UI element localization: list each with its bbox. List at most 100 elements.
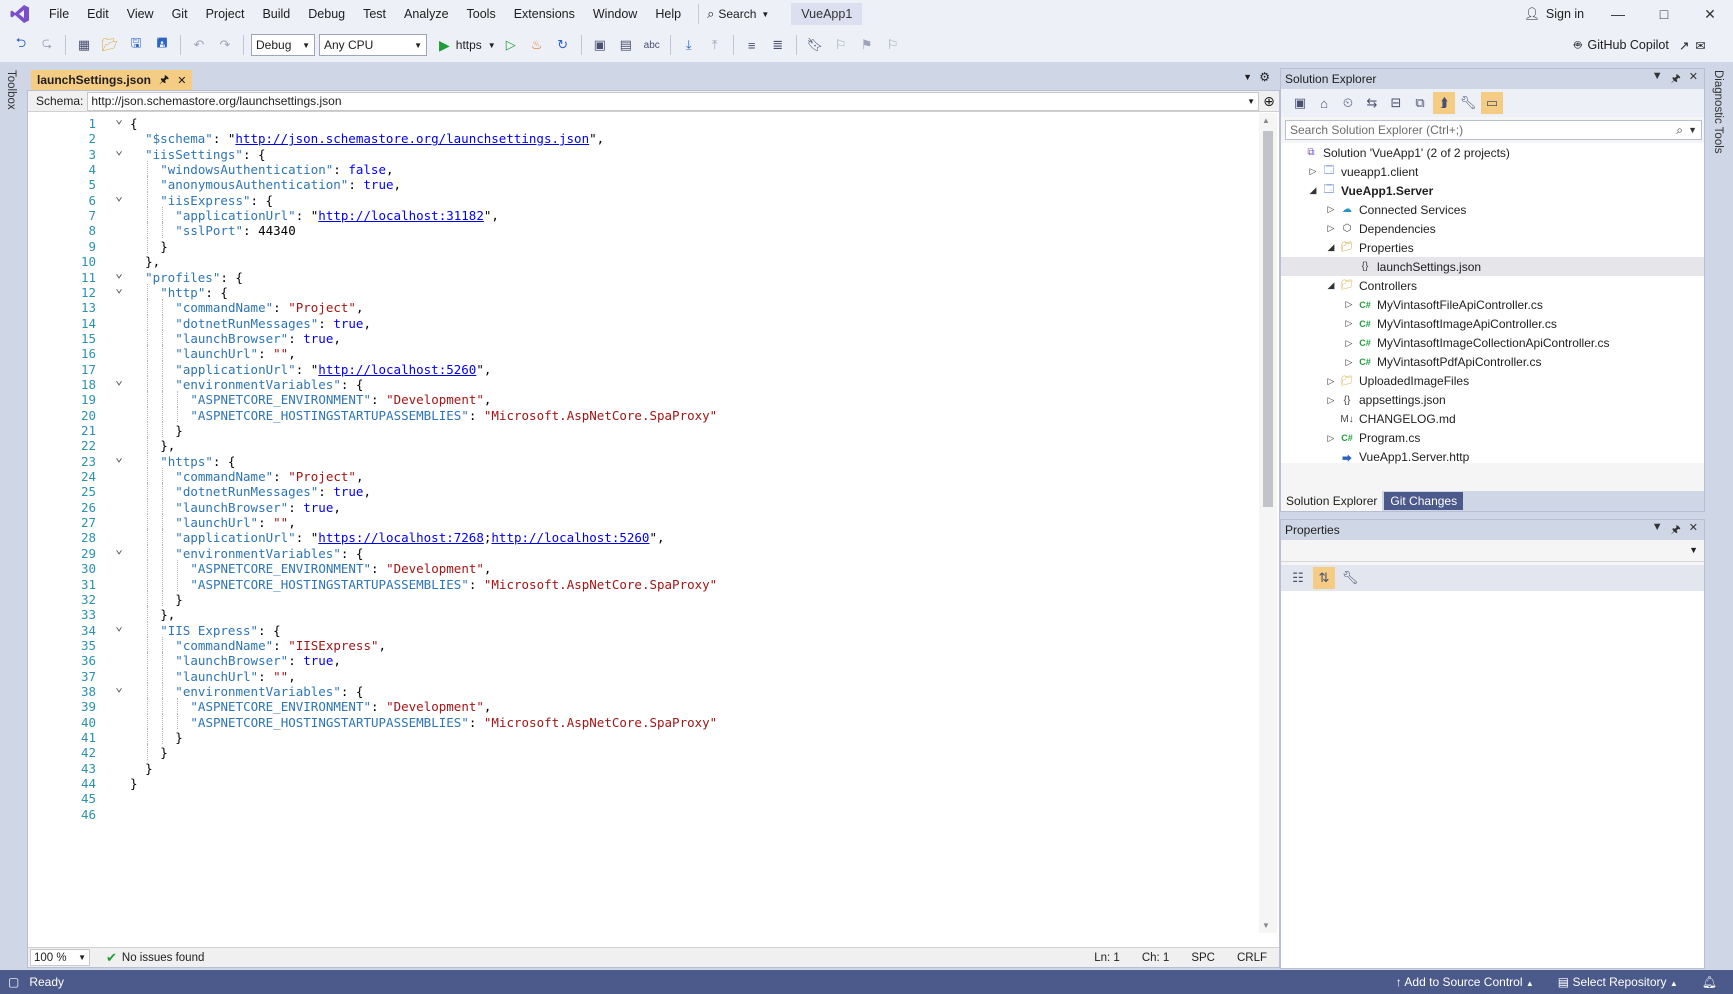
- tree-item[interactable]: ▷ ⬡ Dependencies: [1281, 219, 1704, 238]
- expanded-arrow-icon[interactable]: ◢: [1325, 280, 1337, 291]
- fold-toggle-icon[interactable]: ⌄: [112, 282, 126, 295]
- expanded-arrow-icon[interactable]: ◢: [1307, 185, 1319, 196]
- refresh-icon[interactable]: ↻: [552, 34, 574, 56]
- history-icon[interactable]: ⏲: [1337, 92, 1359, 114]
- collapsed-arrow-icon[interactable]: ▷: [1343, 357, 1355, 368]
- add-to-source-control-button[interactable]: ↑ Add to Source Control ▲: [1396, 975, 1534, 989]
- next-bookmark-icon[interactable]: ⚑: [856, 34, 878, 56]
- outdent-icon[interactable]: ≣: [767, 34, 789, 56]
- tree-item[interactable]: ◢ 📁︎ Controllers: [1281, 276, 1704, 295]
- line-ending[interactable]: CRLF: [1237, 952, 1267, 964]
- tab-git-changes[interactable]: Git Changes: [1384, 492, 1464, 510]
- visual-studio-logo-icon[interactable]: [0, 0, 40, 28]
- toolbox-tab[interactable]: Toolbox: [5, 70, 17, 110]
- layout-icon[interactable]: ▤: [615, 34, 637, 56]
- fold-toggle-icon[interactable]: ⌄: [112, 451, 126, 464]
- notifications-bell-icon[interactable]: 🔔︎: [1702, 975, 1717, 989]
- menu-tools[interactable]: Tools: [458, 0, 505, 28]
- tree-item[interactable]: ▷ 🗔︎ vueapp1.client: [1281, 162, 1704, 181]
- close-tab-icon[interactable]: ✕: [177, 74, 186, 87]
- minimize-icon[interactable]: —: [1595, 0, 1641, 28]
- chevron-down-icon[interactable]: ▼: [1652, 70, 1663, 89]
- solution-search-input[interactable]: Search Solution Explorer (Ctrl+;) ⌕ ▼: [1285, 120, 1702, 140]
- properties-wrench-icon[interactable]: 🔧︎: [1457, 92, 1479, 114]
- tab-overflow-icon[interactable]: ▼: [1243, 72, 1252, 82]
- code-link[interactable]: https://localhost:7268: [318, 530, 484, 545]
- collapsed-arrow-icon[interactable]: ▷: [1325, 204, 1337, 215]
- solution-platform-select[interactable]: Any CPU ▼: [319, 34, 427, 56]
- menu-file[interactable]: File: [40, 0, 78, 28]
- preview-icon[interactable]: ▭: [1481, 92, 1503, 114]
- menu-git[interactable]: Git: [163, 0, 197, 28]
- code-area[interactable]: 1 ⌄{2 "$schema": "http://json.schemastore.…: [28, 113, 1258, 933]
- code-link[interactable]: http://json.schemastore.org/launchsettin…: [235, 131, 589, 146]
- menu-window[interactable]: Window: [584, 0, 646, 28]
- fold-toggle-icon[interactable]: ⌄: [112, 190, 126, 203]
- tree-item[interactable]: ⧉ Solution 'VueApp1' (2 of 2 projects): [1281, 143, 1704, 162]
- close-icon[interactable]: ✕: [1689, 70, 1698, 89]
- github-copilot-button[interactable]: 🤖︎ GitHub Copilot ↗ ✉: [1574, 28, 1706, 62]
- navigate-forward-icon[interactable]: ⮎: [36, 34, 58, 56]
- save-icon[interactable]: 🖫︎: [125, 34, 147, 56]
- share-icon[interactable]: ↗: [1679, 38, 1689, 53]
- show-all-files-icon[interactable]: ⧉: [1409, 92, 1431, 114]
- solution-configuration-select[interactable]: Debug ▼: [251, 34, 315, 56]
- undo-icon[interactable]: ↶: [188, 34, 210, 56]
- tree-item[interactable]: ▷ 📁︎ UploadedImageFiles: [1281, 372, 1704, 391]
- tree-item[interactable]: ▷ C# MyVintasoftImageApiController.cs: [1281, 314, 1704, 333]
- sign-in-button[interactable]: 👤︎ Sign in: [1524, 0, 1584, 28]
- tree-item[interactable]: {} launchSettings.json: [1281, 257, 1704, 277]
- scroll-up-icon[interactable]: ▲: [1262, 116, 1270, 125]
- code-link[interactable]: http://localhost:31182: [318, 208, 484, 223]
- scroll-down-icon[interactable]: ▼: [1262, 921, 1270, 930]
- chevron-down-icon[interactable]: ▼: [1652, 521, 1663, 540]
- collapsed-arrow-icon[interactable]: ▷: [1343, 318, 1355, 329]
- whitespace-mode[interactable]: SPC: [1191, 952, 1215, 964]
- menu-debug[interactable]: Debug: [299, 0, 354, 28]
- output-icon[interactable]: ▢: [8, 975, 19, 989]
- collapsed-arrow-icon[interactable]: ▷: [1325, 223, 1337, 234]
- line-number[interactable]: Ln: 1: [1094, 952, 1120, 964]
- tree-item[interactable]: ◢ 🗔︎ VueApp1.Server: [1281, 181, 1704, 200]
- tree-item[interactable]: ▷ C# Program.cs: [1281, 429, 1704, 448]
- tree-item[interactable]: ▷ C# MyVintasoftPdfApiController.cs: [1281, 353, 1704, 372]
- tree-item[interactable]: ▷ C# MyVintasoftImageCollectionApiControll…: [1281, 334, 1704, 353]
- tree-item[interactable]: ▷ C# MyVintasoftFileApiController.cs: [1281, 295, 1704, 314]
- start-without-debugging-icon[interactable]: ▷: [500, 34, 522, 56]
- menu-build[interactable]: Build: [253, 0, 299, 28]
- hot-reload-icon[interactable]: ♨: [526, 34, 548, 56]
- tree-item[interactable]: ◢ 📁︎ Properties: [1281, 238, 1704, 257]
- browser-link-icon[interactable]: ▣: [589, 34, 611, 56]
- save-all-icon[interactable]: 🖪︎: [151, 34, 173, 56]
- switch-views-icon[interactable]: ▣: [1289, 92, 1311, 114]
- navigate-back-icon[interactable]: ⮌: [10, 34, 32, 56]
- chevron-down-icon[interactable]: ▼: [1688, 125, 1697, 135]
- diagnostic-tools-tab[interactable]: Diagnostic Tools: [1712, 70, 1724, 154]
- menu-edit[interactable]: Edit: [78, 0, 118, 28]
- fold-toggle-icon[interactable]: ⌄: [112, 620, 126, 633]
- tree-item[interactable]: ▷ ☁︎ Connected Services: [1281, 200, 1704, 219]
- indent-icon[interactable]: ≡: [741, 34, 763, 56]
- close-icon[interactable]: ✕: [1689, 521, 1698, 540]
- tree-item[interactable]: ▷ {} appsettings.json: [1281, 391, 1704, 410]
- collapsed-arrow-icon[interactable]: ▷: [1325, 376, 1337, 387]
- expanded-arrow-icon[interactable]: ◢: [1325, 242, 1337, 253]
- fold-toggle-icon[interactable]: ⌄: [112, 374, 126, 387]
- tree-item[interactable]: ⮕ VueApp1.Server.http: [1281, 448, 1704, 467]
- tab-launchsettings[interactable]: launchSettings.json 🖈︎ ✕: [31, 70, 193, 90]
- code-link[interactable]: http://localhost:5260: [318, 362, 476, 377]
- split-editor-icon[interactable]: ⊕: [1259, 93, 1279, 110]
- maximize-icon[interactable]: □: [1641, 0, 1687, 28]
- pin-icon[interactable]: 🖈︎: [1671, 521, 1681, 540]
- search-icon[interactable]: ⌕: [1676, 123, 1683, 138]
- bookmark-icon[interactable]: 🔖︎: [804, 34, 826, 56]
- redo-icon[interactable]: ↷: [214, 34, 236, 56]
- step-over-icon[interactable]: ⤒: [704, 34, 726, 56]
- object-select[interactable]: ▼: [1281, 540, 1704, 562]
- scrollbar-thumb[interactable]: [1263, 131, 1273, 507]
- alphabetical-icon[interactable]: ⇅: [1313, 567, 1335, 589]
- tab-solution-explorer[interactable]: Solution Explorer: [1281, 491, 1383, 511]
- collapsed-arrow-icon[interactable]: ▷: [1343, 299, 1355, 310]
- collapsed-arrow-icon[interactable]: ▷: [1343, 338, 1355, 349]
- column-number[interactable]: Ch: 1: [1142, 952, 1170, 964]
